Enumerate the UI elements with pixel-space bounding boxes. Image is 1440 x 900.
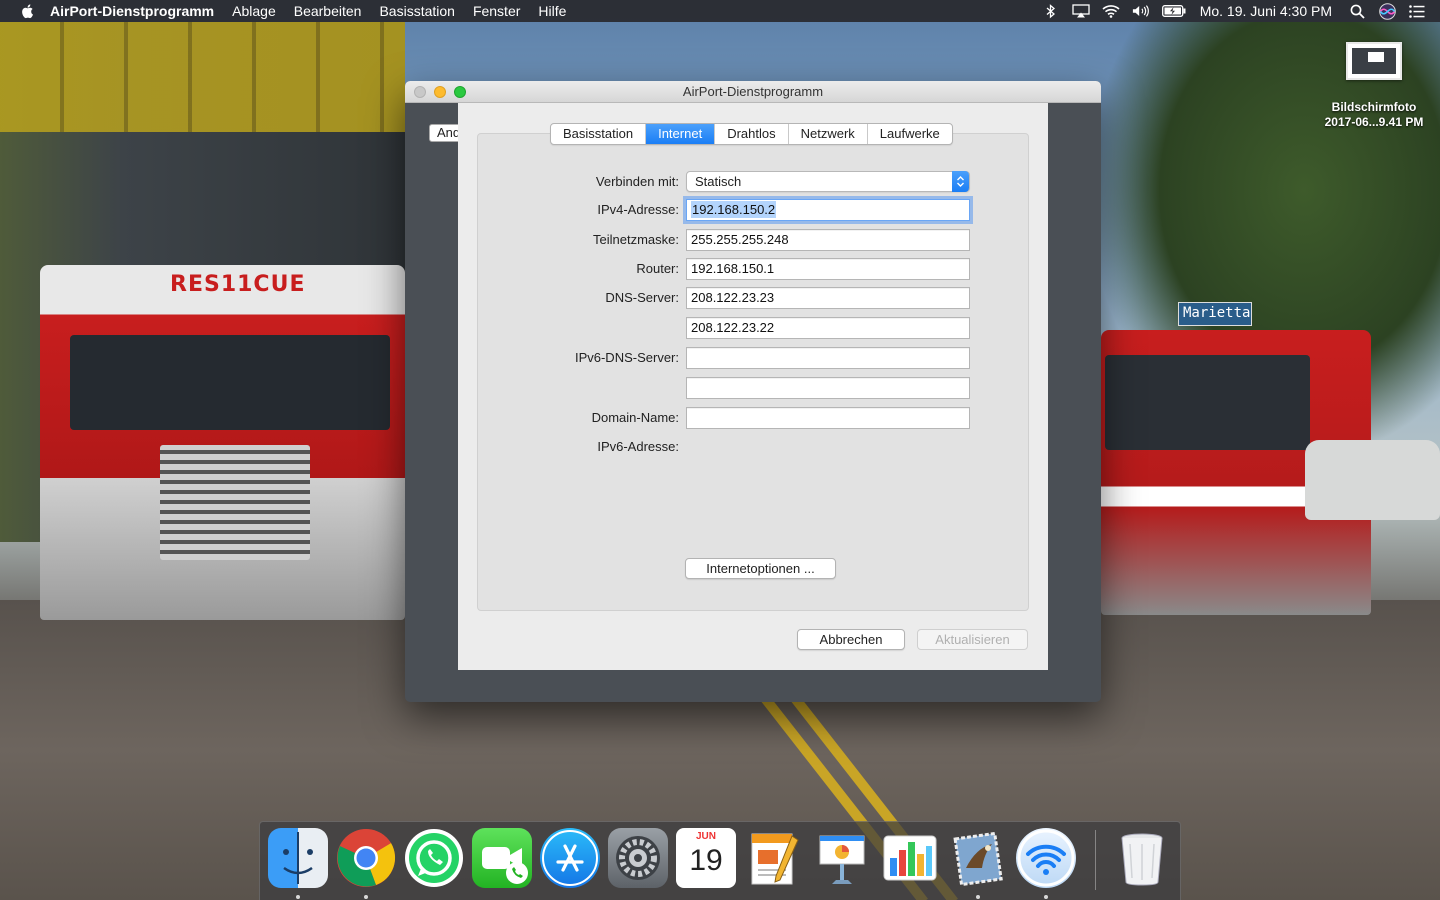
system-preferences-icon[interactable] [608,828,668,888]
desktop-file-label-line1: Bildschirmfoto [1331,100,1417,114]
window-close-button[interactable] [414,86,426,98]
calendar-month: JUN [695,831,716,842]
tab-drahtlos[interactable]: Drahtlos [715,124,789,144]
ipv6-dns-label: IPv6-DNS-Server: [574,350,679,365]
desktop-screenshot-file[interactable]: Bildschirmfoto 2017-06...9.41 PM [1318,42,1430,130]
dock-running-indicator [296,895,300,899]
connect-via-select[interactable]: Statisch [686,171,970,192]
domain-label: Domain-Name: [591,410,679,425]
menu-bearbeiten[interactable]: Bearbeiten [285,3,371,19]
notification-center-icon[interactable] [1408,3,1426,19]
tab-laufwerke[interactable]: Laufwerke [868,124,952,144]
wallpaper-street-sign: Marietta [1178,302,1252,326]
subnet-row: Teilnetzmaske: 255.255.255.248 [478,229,1030,251]
domain-name-field[interactable] [686,407,970,429]
menu-extras: Mo. 19. Juni 4:30 PM [1036,0,1440,22]
calendar-icon[interactable]: JUN 19 [676,828,736,888]
ipv4-label: IPv4-Adresse: [597,202,679,217]
ipv6-dns-server-field-1[interactable] [686,347,970,369]
window-minimize-button[interactable] [434,86,446,98]
ipv4-address-field[interactable]: 192.168.150.2 [686,199,970,221]
app-store-icon[interactable] [540,828,600,888]
ipv6-address-row: IPv6-Adresse: [478,436,1030,458]
router-field[interactable]: 192.168.150.1 [686,258,970,280]
finder-icon[interactable] [268,828,328,888]
subnet-mask-field[interactable]: 255.255.255.248 [686,229,970,251]
connect-via-row: Verbinden mit: Statisch [478,171,1030,193]
menu-hilfe[interactable]: Hilfe [529,3,575,19]
menu-bar: AirPort-Dienstprogramm Ablage Bearbeiten… [0,0,1440,22]
dns-row-2: 208.122.23.22 [478,317,1030,339]
router-label: Router: [636,261,679,276]
menu-clock[interactable]: Mo. 19. Juni 4:30 PM [1192,3,1342,19]
volume-icon[interactable] [1132,3,1150,19]
dock: JUN 19 [259,821,1181,900]
wallpaper-truck-grill [160,445,310,560]
chrome-icon[interactable] [336,828,396,888]
dock-running-indicator [364,895,368,899]
dock-running-indicator [1044,895,1048,899]
dock-separator [1095,830,1096,890]
apple-menu-icon[interactable] [20,3,36,19]
ipv6-dns-row: IPv6-DNS-Server: [478,347,1030,369]
window-titlebar[interactable]: AirPort-Dienstprogramm [405,81,1101,103]
window-title: AirPort-Dienstprogramm [682,84,824,99]
wallpaper-truck-windshield-2 [1105,355,1310,450]
connect-via-label: Verbinden mit: [595,174,679,189]
bluetooth-icon[interactable] [1042,3,1060,19]
facetime-icon[interactable] [472,828,532,888]
airport-utility-icon[interactable] [1016,828,1076,888]
trash-icon[interactable] [1112,828,1172,888]
wallpaper-truck-text: RES11CUE [170,272,306,297]
numbers-icon[interactable] [880,828,940,888]
ipv4-address-value: 192.168.150.2 [691,201,777,218]
domain-row: Domain-Name: [478,407,1030,429]
tab-internet[interactable]: Internet [646,124,716,144]
ipv4-row: IPv4-Adresse: 192.168.150.2 [478,199,1030,221]
dns-server-field-2[interactable]: 208.122.23.22 [686,317,970,339]
menu-ablage[interactable]: Ablage [223,3,285,19]
siri-icon[interactable] [1378,2,1396,20]
dns-server-field-1[interactable]: 208.122.23.23 [686,287,970,309]
base-station-settings-sheet: Verbinden mit: Statisch IPv4-Adresse: 19… [458,103,1048,670]
battery-icon[interactable] [1161,3,1186,19]
mail-icon[interactable] [948,828,1008,888]
calendar-day: 19 [689,844,723,877]
pages-icon[interactable] [744,828,804,888]
desktop-file-label-line2: 2017-06...9.41 PM [1324,115,1424,129]
router-row: Router: 192.168.150.1 [478,258,1030,280]
internet-options-button[interactable]: Internetoptionen ... [685,558,836,579]
wallpaper-fire-truck [40,265,405,620]
update-button[interactable]: Aktualisieren [917,629,1028,650]
spotlight-icon[interactable] [1348,3,1366,19]
tab-netzwerk[interactable]: Netzwerk [789,124,868,144]
whatsapp-icon[interactable] [404,828,464,888]
window-zoom-button[interactable] [454,86,466,98]
ipv6-dns-server-field-2[interactable] [686,377,970,399]
select-arrows-icon [952,171,969,192]
subnet-label: Teilnetzmaske: [593,232,679,247]
dns-row: DNS-Server: 208.122.23.23 [478,287,1030,309]
keynote-icon[interactable] [812,828,872,888]
ipv6-address-label: IPv6-Adresse: [597,439,679,454]
settings-tab-bar: Basisstation Internet Drahtlos Netzwerk … [550,123,953,145]
ipv6-dns-row-2 [478,377,1030,399]
tab-basisstation[interactable]: Basisstation [551,124,647,144]
airport-utility-window: AirPort-Dienstprogramm And Verbinden mit… [405,81,1101,702]
menu-basisstation[interactable]: Basisstation [370,3,463,19]
cancel-button[interactable]: Abbrechen [797,629,905,650]
wifi-icon[interactable] [1102,3,1120,19]
wallpaper-bridge-beam [0,22,405,132]
dns-label: DNS-Server: [605,290,679,305]
connect-via-value: Statisch [695,174,742,189]
menu-fenster[interactable]: Fenster [464,3,529,19]
screenshot-thumbnail-icon [1346,42,1402,80]
airplay-icon[interactable] [1072,3,1090,19]
wallpaper-truck-windshield [70,335,390,430]
menu-app-name[interactable]: AirPort-Dienstprogramm [50,3,223,19]
dock-running-indicator [976,895,980,899]
wallpaper-car [1305,440,1440,520]
internet-settings-panel: Verbinden mit: Statisch IPv4-Adresse: 19… [477,133,1029,611]
